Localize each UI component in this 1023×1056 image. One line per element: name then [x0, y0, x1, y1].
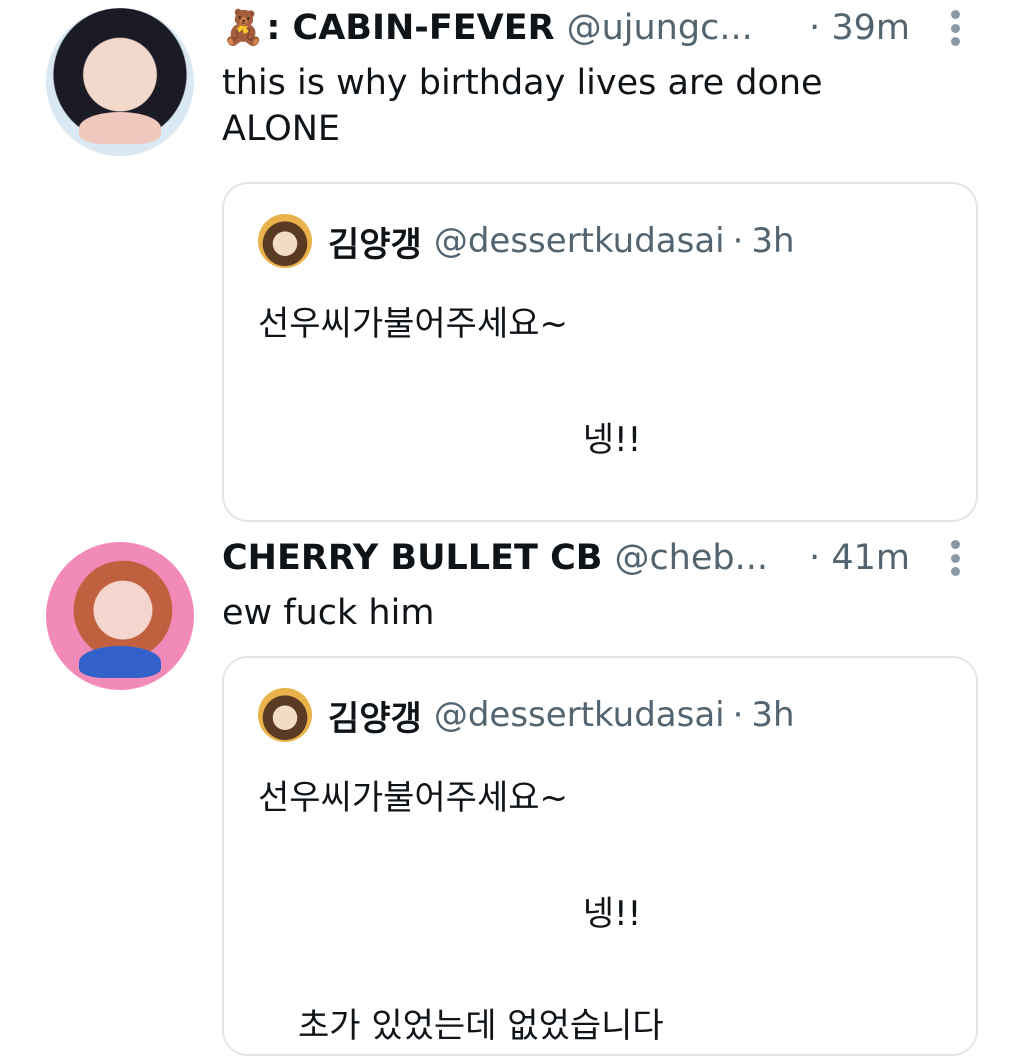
user-handle[interactable]: @cheb...	[614, 538, 768, 578]
quoted-tweet[interactable]: 김양갱 @dessertkudasai · 3h 선우씨가불어주세요~ 넹!!	[222, 182, 978, 522]
quoted-handle: @dessertkudasai	[433, 221, 725, 261]
more-options-icon[interactable]	[948, 10, 962, 46]
display-name[interactable]: : CABIN-FEVER	[266, 8, 554, 48]
tweet-cherry-bullet[interactable]: CHERRY BULLET CB @cheb... · 41m ew fuck …	[0, 506, 1023, 1056]
more-options-icon[interactable]	[948, 540, 962, 576]
quoted-text-line: 선우씨가불어주세요~	[258, 778, 569, 818]
quoted-avatar[interactable]	[258, 688, 312, 742]
quoted-timestamp: 3h	[751, 221, 795, 261]
tweet-header: CHERRY BULLET CB @cheb... · 41m	[222, 532, 962, 584]
quoted-timestamp: 3h	[751, 695, 795, 735]
separator-dot: ·	[732, 221, 744, 261]
tweet-text: this is why birthday lives are done ALON…	[222, 63, 823, 149]
quoted-tweet[interactable]: 김양갱 @dessertkudasai · 3h 선우씨가불어주세요~ 넹!! …	[222, 656, 978, 1056]
quoted-header: 김양갱 @dessertkudasai · 3h	[328, 214, 795, 268]
quoted-display-name: 김양갱	[328, 224, 422, 265]
quoted-text-line: 넹!!	[582, 894, 642, 934]
quoted-text-line: 넹!!	[582, 420, 642, 460]
quoted-avatar[interactable]	[258, 214, 312, 268]
quoted-header: 김양갱 @dessertkudasai · 3h	[328, 688, 795, 742]
timestamp[interactable]: · 41m	[809, 538, 910, 578]
avatar[interactable]	[46, 8, 194, 156]
teddy-bear-emoji: 🧸	[222, 8, 265, 48]
separator-dot: ·	[732, 695, 744, 735]
tweet-cabin-fever[interactable]: 🧸 : CABIN-FEVER @ujungc... · 39m this is…	[0, 0, 1023, 522]
tweet-text: ew fuck him	[222, 593, 435, 633]
tweet-header: 🧸 : CABIN-FEVER @ujungc... · 39m	[222, 2, 962, 54]
user-handle[interactable]: @ujungc...	[567, 8, 753, 48]
avatar[interactable]	[46, 542, 194, 690]
display-name[interactable]: CHERRY BULLET CB	[222, 538, 602, 578]
timestamp[interactable]: · 39m	[809, 8, 910, 48]
quoted-text-line: 선우씨가불어주세요~	[258, 304, 569, 344]
quoted-display-name: 김양갱	[328, 698, 422, 739]
quoted-handle: @dessertkudasai	[433, 695, 725, 735]
